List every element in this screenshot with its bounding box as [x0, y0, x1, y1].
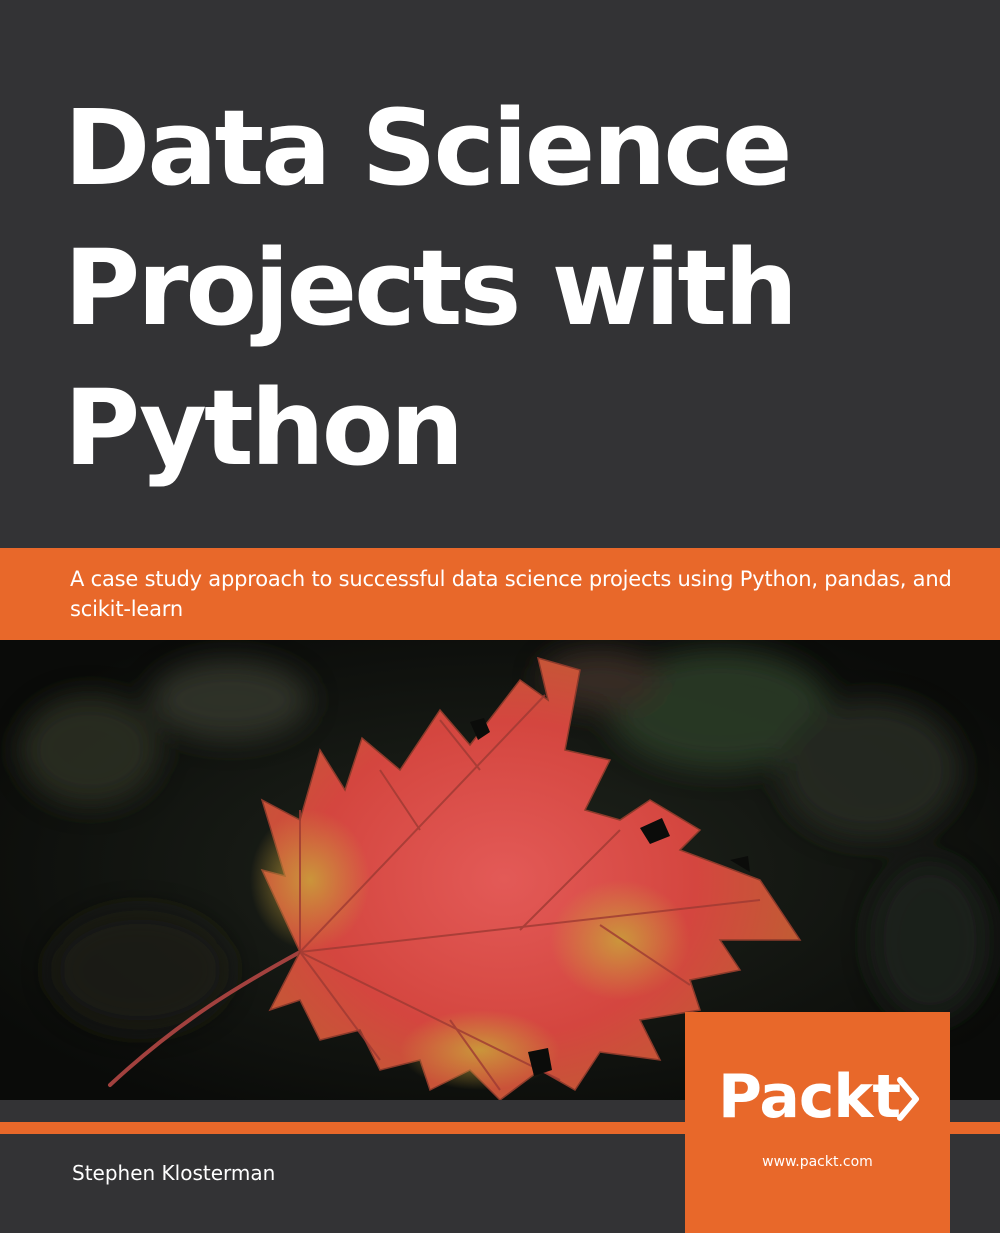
book-subtitle: A case study approach to successful data…: [70, 567, 952, 621]
title-line-3: Python: [64, 367, 464, 489]
book-cover: Data Science Projects with Python A case…: [0, 0, 1000, 1233]
publisher-url: www.packt.com: [762, 1154, 873, 1170]
book-title: Data Science Projects with Python: [64, 78, 964, 498]
title-block: Data Science Projects with Python: [0, 0, 1000, 548]
author-name: Stephen Klosterman: [72, 1161, 276, 1185]
title-line-2: Projects with: [64, 227, 798, 349]
title-line-1: Data Science: [64, 87, 793, 209]
subtitle-band: A case study approach to successful data…: [0, 548, 1000, 640]
publisher-box: Packt www.packt.com: [685, 1012, 950, 1233]
chevron-right-icon: [897, 1077, 919, 1121]
publisher-logo-text: Packt: [718, 1062, 901, 1132]
